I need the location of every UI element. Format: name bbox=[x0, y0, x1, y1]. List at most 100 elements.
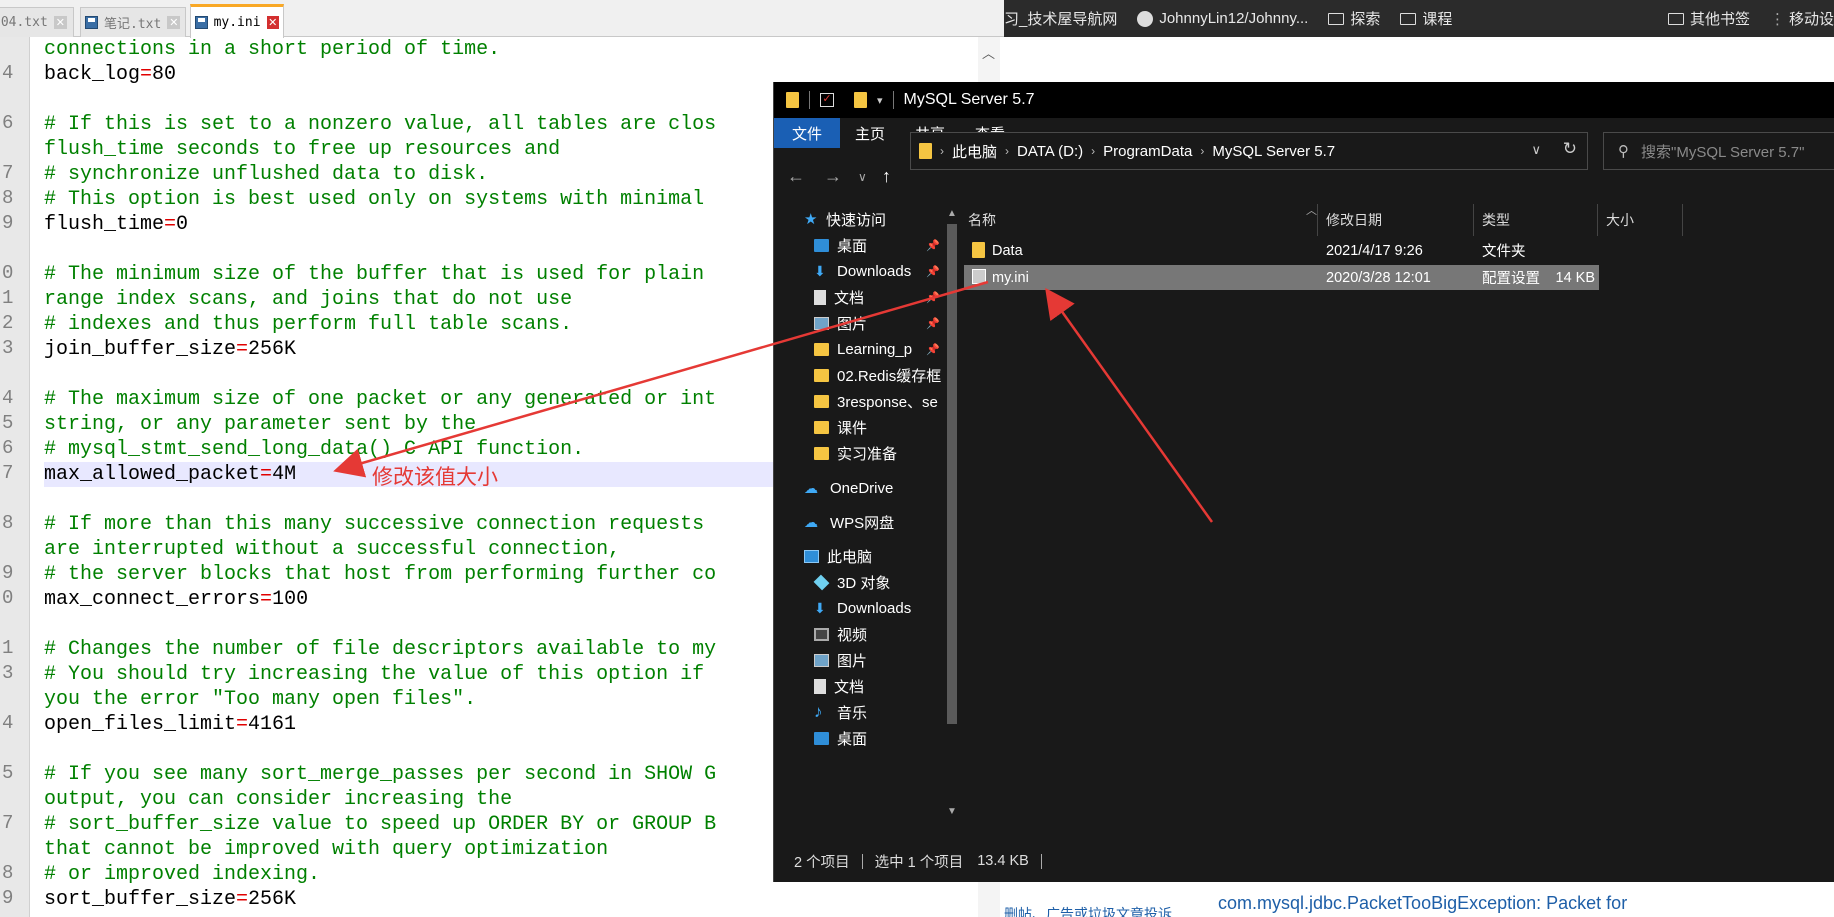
file-row-data[interactable]: Data 2021/4/17 9:26 文件夹 bbox=[962, 238, 1597, 263]
code-line[interactable]: # The minimum size of the buffer that is… bbox=[44, 262, 704, 287]
nav-this-pc[interactable]: 此电脑 bbox=[774, 542, 944, 570]
recent-chevron-icon[interactable]: ∨ bbox=[858, 170, 867, 184]
column-divider[interactable] bbox=[1317, 204, 1318, 236]
column-divider[interactable] bbox=[1597, 204, 1598, 236]
bookmark-mobile[interactable]: ⋮ 移动设 bbox=[1770, 8, 1834, 29]
pin-icon[interactable]: 📌 bbox=[926, 239, 940, 252]
nav-pc-documents[interactable]: 文档 bbox=[774, 672, 944, 700]
scroll-up-icon[interactable]: ︿ bbox=[982, 43, 995, 62]
close-icon[interactable]: ✕ bbox=[53, 16, 67, 29]
forward-arrow-icon[interactable]: → bbox=[824, 166, 842, 187]
chevron-down-icon[interactable]: ▾ bbox=[877, 94, 883, 107]
tab-file[interactable]: 文件 bbox=[774, 118, 841, 148]
nav-onedrive[interactable]: ☁ OneDrive bbox=[774, 474, 944, 502]
tab-my-ini[interactable]: my.ini ✕ bbox=[190, 4, 284, 38]
code-line[interactable]: max_connect_errors=100 bbox=[44, 587, 308, 612]
address-bar[interactable]: › 此电脑 › DATA (D:) › ProgramData › MySQL … bbox=[910, 132, 1588, 170]
chevron-right-icon[interactable]: › bbox=[1005, 144, 1009, 158]
code-line[interactable]: # or improved indexing. bbox=[44, 862, 320, 887]
bookmark-explore[interactable]: 探索 bbox=[1328, 8, 1380, 29]
breadcrumb-programdata[interactable]: ProgramData bbox=[1103, 143, 1192, 160]
code-line[interactable]: # indexes and thus perform full table sc… bbox=[44, 312, 572, 337]
code-line[interactable]: back_log=80 bbox=[44, 62, 176, 87]
code-line[interactable]: # The maximum size of one packet or any … bbox=[44, 387, 716, 412]
file-row-my-ini[interactable]: my.ini 2020/3/28 12:01 配置设置 14 KB bbox=[964, 265, 1599, 290]
nav-pc-pictures[interactable]: 图片 bbox=[774, 646, 944, 674]
column-name[interactable]: 名称 bbox=[962, 204, 1292, 236]
properties-icon[interactable]: ✓ bbox=[820, 93, 834, 107]
code-line[interactable]: connections in a short period of time. bbox=[44, 37, 500, 62]
pin-icon[interactable]: 📌 bbox=[926, 317, 940, 330]
nav-learning[interactable]: Learning_p 📌 bbox=[774, 335, 944, 363]
column-divider[interactable] bbox=[1682, 204, 1683, 236]
refresh-icon[interactable]: ↻ bbox=[1563, 139, 1577, 159]
back-arrow-icon[interactable]: ← bbox=[787, 166, 805, 187]
chevron-right-icon[interactable]: › bbox=[940, 144, 944, 158]
nav-music[interactable]: ♪ 音乐 bbox=[774, 698, 944, 726]
bookmark-courses[interactable]: 课程 bbox=[1400, 8, 1452, 29]
chevron-right-icon[interactable]: › bbox=[1091, 144, 1095, 158]
code-line[interactable]: # You should try increasing the value of… bbox=[44, 662, 704, 687]
new-folder-icon[interactable] bbox=[854, 92, 867, 108]
article-link[interactable]: com.mysql.jdbc.PacketTooBigException: Pa… bbox=[1218, 893, 1627, 914]
code-line[interactable]: range index scans, and joins that do not… bbox=[44, 287, 572, 312]
nav-pictures[interactable]: 图片 📌 bbox=[774, 309, 944, 337]
breadcrumb-this-pc[interactable]: 此电脑 bbox=[952, 141, 997, 162]
bookmark-nav-site[interactable]: 习_技术屋导航网 bbox=[1004, 8, 1117, 29]
code-line[interactable]: that cannot be improved with query optim… bbox=[44, 837, 608, 862]
nav-internship[interactable]: 实习准备 bbox=[774, 439, 944, 467]
code-line[interactable]: output, you can consider increasing the bbox=[44, 787, 512, 812]
nav-3d-objects[interactable]: 3D 对象 bbox=[774, 568, 944, 596]
scroll-up-icon[interactable]: ▲ bbox=[947, 208, 957, 219]
code-line[interactable]: # If more than this many successive conn… bbox=[44, 512, 704, 537]
chevron-right-icon[interactable]: › bbox=[1200, 144, 1204, 158]
column-divider[interactable] bbox=[1473, 204, 1474, 236]
code-line[interactable]: string, or any parameter sent by the bbox=[44, 412, 476, 437]
pin-icon[interactable]: 📌 bbox=[926, 265, 940, 278]
chevron-down-icon[interactable]: ∨ bbox=[1531, 142, 1541, 158]
nav-wps[interactable]: ☁ WPS网盘 bbox=[774, 508, 944, 536]
scroll-thumb[interactable] bbox=[947, 224, 957, 724]
nav-redis[interactable]: 02.Redis缓存框 bbox=[774, 361, 944, 389]
code-line[interactable]: # mysql_stmt_send_long_data() C API func… bbox=[44, 437, 584, 462]
code-line[interactable]: flush_time seconds to free up resources … bbox=[44, 137, 560, 162]
code-line[interactable]: # sort_buffer_size value to speed up ORD… bbox=[44, 812, 716, 837]
nav-pc-desktop[interactable]: 桌面 bbox=[774, 724, 944, 752]
code-line[interactable]: open_files_limit=4161 bbox=[44, 712, 296, 737]
pin-icon[interactable]: 📌 bbox=[926, 291, 940, 304]
breadcrumb-drive[interactable]: DATA (D:) bbox=[1017, 143, 1083, 160]
tab-notes-txt[interactable]: 笔记.txt ✕ bbox=[80, 7, 186, 37]
code-line[interactable]: # synchronize unflushed data to disk. bbox=[44, 162, 488, 187]
pin-icon[interactable]: 📌 bbox=[926, 343, 940, 356]
nav-pc-downloads[interactable]: ⬇ Downloads bbox=[774, 594, 944, 622]
bookmark-other[interactable]: 其他书签 bbox=[1667, 8, 1750, 29]
tab-504-txt[interactable]: 504.txt ✕ bbox=[0, 7, 74, 37]
close-icon[interactable]: ✕ bbox=[266, 16, 279, 29]
code-line[interactable]: are interrupted without a successful con… bbox=[44, 537, 620, 562]
column-size[interactable]: 大小 bbox=[1602, 204, 1634, 236]
code-line[interactable]: # If this is set to a nonzero value, all… bbox=[44, 112, 716, 137]
code-line[interactable]: # If you see many sort_merge_passes per … bbox=[44, 762, 716, 787]
nav-response[interactable]: 3response、se bbox=[774, 387, 944, 415]
search-input[interactable]: ⚲ 搜索"MySQL Server 5.7" bbox=[1603, 132, 1834, 170]
code-line[interactable]: # This option is best used only on syste… bbox=[44, 187, 704, 212]
code-line[interactable]: # Changes the number of file descriptors… bbox=[44, 637, 716, 662]
nav-scrollbar[interactable]: ▲ ▼ bbox=[942, 204, 962, 840]
breadcrumb-mysql[interactable]: MySQL Server 5.7 bbox=[1212, 143, 1335, 160]
report-link[interactable]: 删帖、广告或垃圾文章投诉 bbox=[1004, 904, 1172, 917]
tab-home[interactable]: 主页 bbox=[840, 118, 900, 148]
nav-videos[interactable]: 视频 bbox=[774, 620, 944, 648]
code-line[interactable]: flush_time=0 bbox=[44, 212, 188, 237]
code-line[interactable]: sort_buffer_size=256K bbox=[44, 887, 296, 912]
nav-documents[interactable]: 文档 📌 bbox=[774, 283, 944, 311]
code-line[interactable]: # the server blocks that host from perfo… bbox=[44, 562, 716, 587]
bookmark-github[interactable]: JohnnyLin12/Johnny... bbox=[1137, 10, 1308, 27]
close-icon[interactable]: ✕ bbox=[167, 16, 181, 29]
code-line[interactable]: you the error "Too many open files". bbox=[44, 687, 476, 712]
nav-quick-access[interactable]: ★ 快速访问 bbox=[774, 205, 944, 233]
up-arrow-icon[interactable]: ↑ bbox=[882, 166, 891, 187]
nav-downloads[interactable]: ⬇ Downloads 📌 bbox=[774, 257, 944, 285]
scroll-down-icon[interactable]: ▼ bbox=[947, 806, 957, 817]
nav-desktop[interactable]: 桌面 📌 bbox=[774, 231, 944, 259]
column-type[interactable]: 类型 bbox=[1478, 204, 1510, 236]
